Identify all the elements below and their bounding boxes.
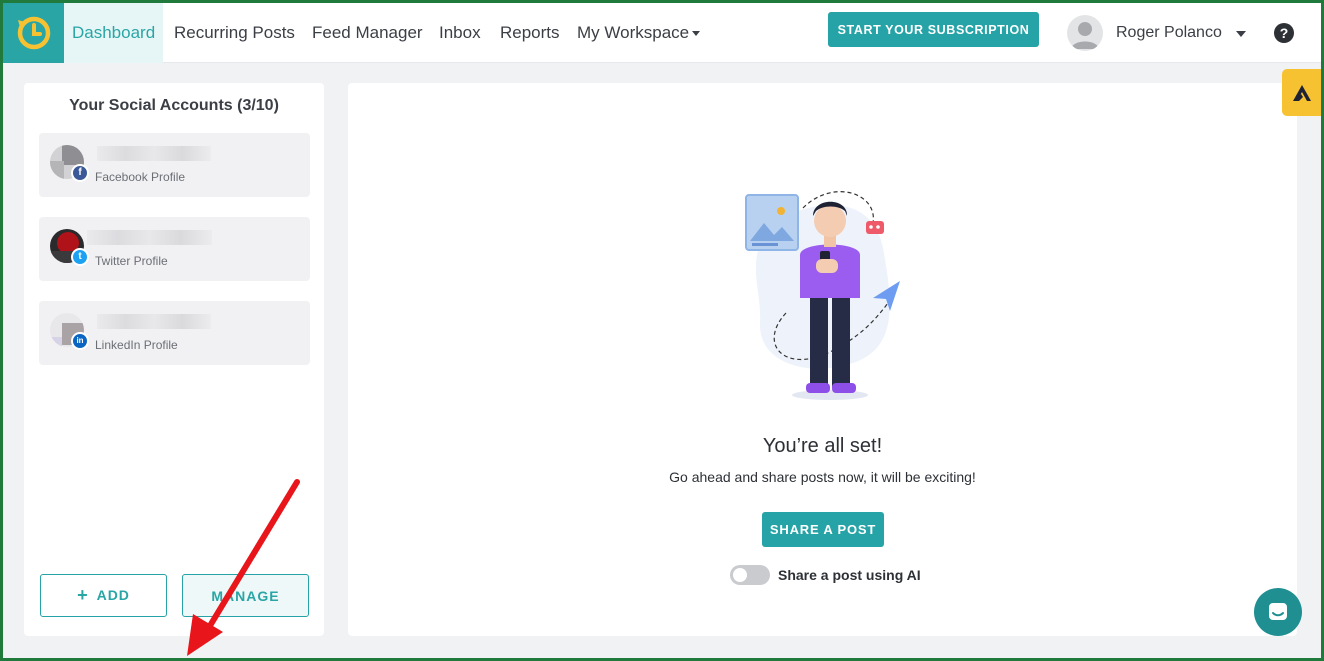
nav-recurring-posts[interactable]: Recurring Posts <box>174 3 295 63</box>
social-accounts-panel: Your Social Accounts (3/10) f Facebook P… <box>24 83 324 656</box>
side-widget-tab[interactable] <box>1282 69 1321 116</box>
nav-my-workspace-label: My Workspace <box>577 23 690 42</box>
ai-share-toggle[interactable] <box>730 565 770 585</box>
help-icon[interactable]: ? <box>1274 23 1294 43</box>
clock-logo-icon <box>17 16 50 50</box>
nav-reports[interactable]: Reports <box>500 3 560 63</box>
account-type-label: LinkedIn Profile <box>95 338 178 352</box>
top-navbar: Dashboard Recurring Posts Feed Manager I… <box>3 3 1321 63</box>
nav-dashboard[interactable]: Dashboard <box>64 3 164 63</box>
twitter-icon: t <box>71 248 89 266</box>
main-content-panel: You’re all set! Go ahead and share posts… <box>348 83 1297 636</box>
panel-title: Your Social Accounts (3/10) <box>69 97 279 114</box>
account-item-twitter[interactable]: t Twitter Profile <box>39 217 310 281</box>
app-window: Dashboard Recurring Posts Feed Manager I… <box>3 3 1321 658</box>
account-name-redacted <box>87 230 212 245</box>
add-account-button[interactable]: + ADD <box>40 574 167 617</box>
add-button-label: ADD <box>96 587 130 603</box>
account-type-label: Twitter Profile <box>95 254 168 268</box>
start-subscription-button[interactable]: START YOUR SUBSCRIPTION <box>828 12 1039 47</box>
linkedin-icon: in <box>71 332 89 350</box>
account-name-redacted <box>97 146 211 161</box>
red-annotation-arrow-icon <box>187 479 300 656</box>
nav-feed-manager[interactable]: Feed Manager <box>312 3 423 63</box>
ai-share-toggle-label[interactable]: Share a post using AI <box>778 567 921 583</box>
chat-support-button[interactable] <box>1254 588 1302 636</box>
chevron-down-icon <box>692 31 701 37</box>
facebook-icon: f <box>71 164 89 182</box>
chat-icon <box>1269 603 1287 620</box>
user-avatar[interactable] <box>1067 15 1103 51</box>
app-logo[interactable] <box>3 3 64 63</box>
account-item-facebook[interactable]: f Facebook Profile <box>39 133 310 197</box>
page-heading: You’re all set! <box>762 435 883 457</box>
page-subtext: Go ahead and share posts now, it will be… <box>669 469 976 485</box>
user-menu-chevron-icon[interactable] <box>1236 31 1246 37</box>
account-item-linkedin[interactable]: in LinkedIn Profile <box>39 301 310 365</box>
nav-inbox[interactable]: Inbox <box>439 3 481 63</box>
plus-icon: + <box>77 585 89 605</box>
user-silhouette-icon <box>1071 22 1099 49</box>
nav-my-workspace[interactable]: My Workspace <box>577 3 701 63</box>
account-name-redacted <box>97 314 211 329</box>
triangle-logo-icon <box>1292 84 1311 101</box>
account-type-label: Facebook Profile <box>95 170 186 184</box>
person-with-phone-illustration <box>745 191 900 400</box>
share-a-post-button[interactable]: SHARE A POST <box>762 512 884 547</box>
user-name[interactable]: Roger Polanco <box>1116 3 1222 63</box>
